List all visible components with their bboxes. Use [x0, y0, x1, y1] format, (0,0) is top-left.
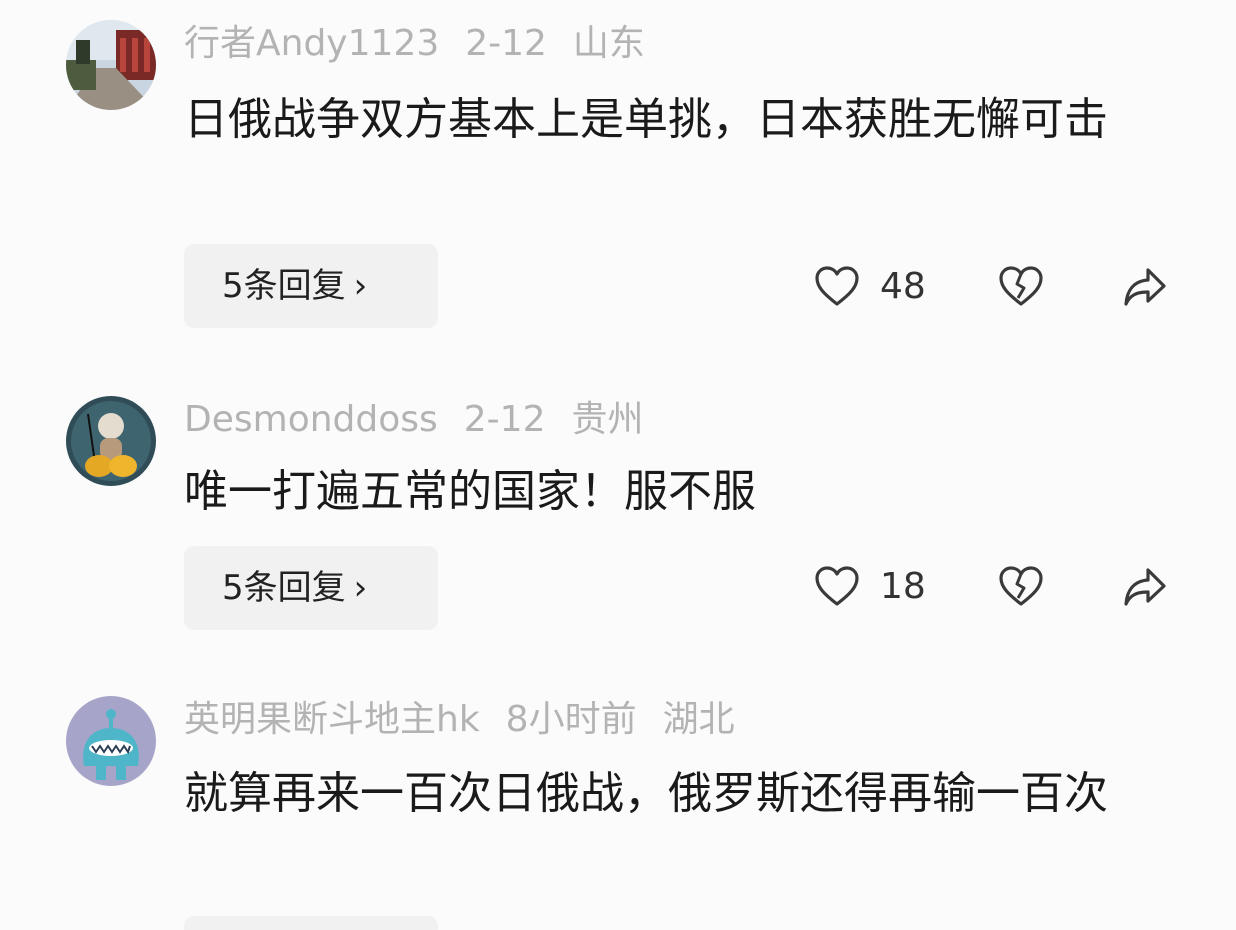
comment-meta: 行者Andy1123 2-12 山东	[184, 22, 671, 66]
avatar-photo-street	[66, 20, 156, 110]
heart-icon[interactable]	[814, 564, 860, 610]
like-count: 18	[880, 566, 926, 607]
heart-icon[interactable]	[814, 264, 860, 310]
avatar[interactable]	[66, 396, 156, 486]
replies-label: 5条回复	[222, 568, 346, 608]
comment-text: 日俄战争双方基本上是单挑，日本获胜无懈可击	[184, 94, 1108, 145]
comment-location: 湖北	[662, 699, 735, 740]
username[interactable]: 英明果断斗地主hk	[184, 699, 480, 740]
like-count: 48	[880, 266, 926, 307]
avatar-monk-figure	[66, 396, 156, 486]
comment-location: 贵州	[571, 399, 644, 440]
avatar[interactable]	[66, 696, 156, 786]
view-replies-button[interactable]: 5条回复 ›	[184, 546, 438, 630]
chevron-right-icon: ›	[353, 266, 368, 306]
next-reply-button-edge	[184, 916, 438, 930]
share-arrow-icon[interactable]	[1122, 264, 1168, 310]
broken-heart-icon[interactable]	[998, 264, 1044, 310]
comment-date: 2-12	[463, 399, 546, 440]
avatar[interactable]	[66, 20, 156, 110]
share-arrow-icon[interactable]	[1122, 564, 1168, 610]
comment-text: 就算再来一百次日俄战，俄罗斯还得再输一百次	[184, 768, 1108, 819]
view-replies-button[interactable]: 5条回复 ›	[184, 244, 438, 328]
comment-date: 2-12	[465, 23, 547, 64]
username[interactable]: Desmonddoss	[184, 399, 438, 440]
replies-label: 5条回复	[222, 266, 346, 306]
avatar-cartoon-monster	[66, 696, 156, 786]
comment-meta: Desmonddoss 2-12 贵州	[184, 398, 670, 442]
username[interactable]: 行者Andy1123	[184, 23, 439, 64]
broken-heart-icon[interactable]	[998, 564, 1044, 610]
comment-meta: 英明果断斗地主hk 8小时前 湖北	[184, 698, 761, 742]
comment-date: 8小时前	[505, 699, 637, 740]
comment-location: 山东	[572, 23, 645, 64]
comment-text: 唯一打遍五常的国家！服不服	[184, 466, 756, 517]
chevron-right-icon: ›	[353, 568, 368, 608]
